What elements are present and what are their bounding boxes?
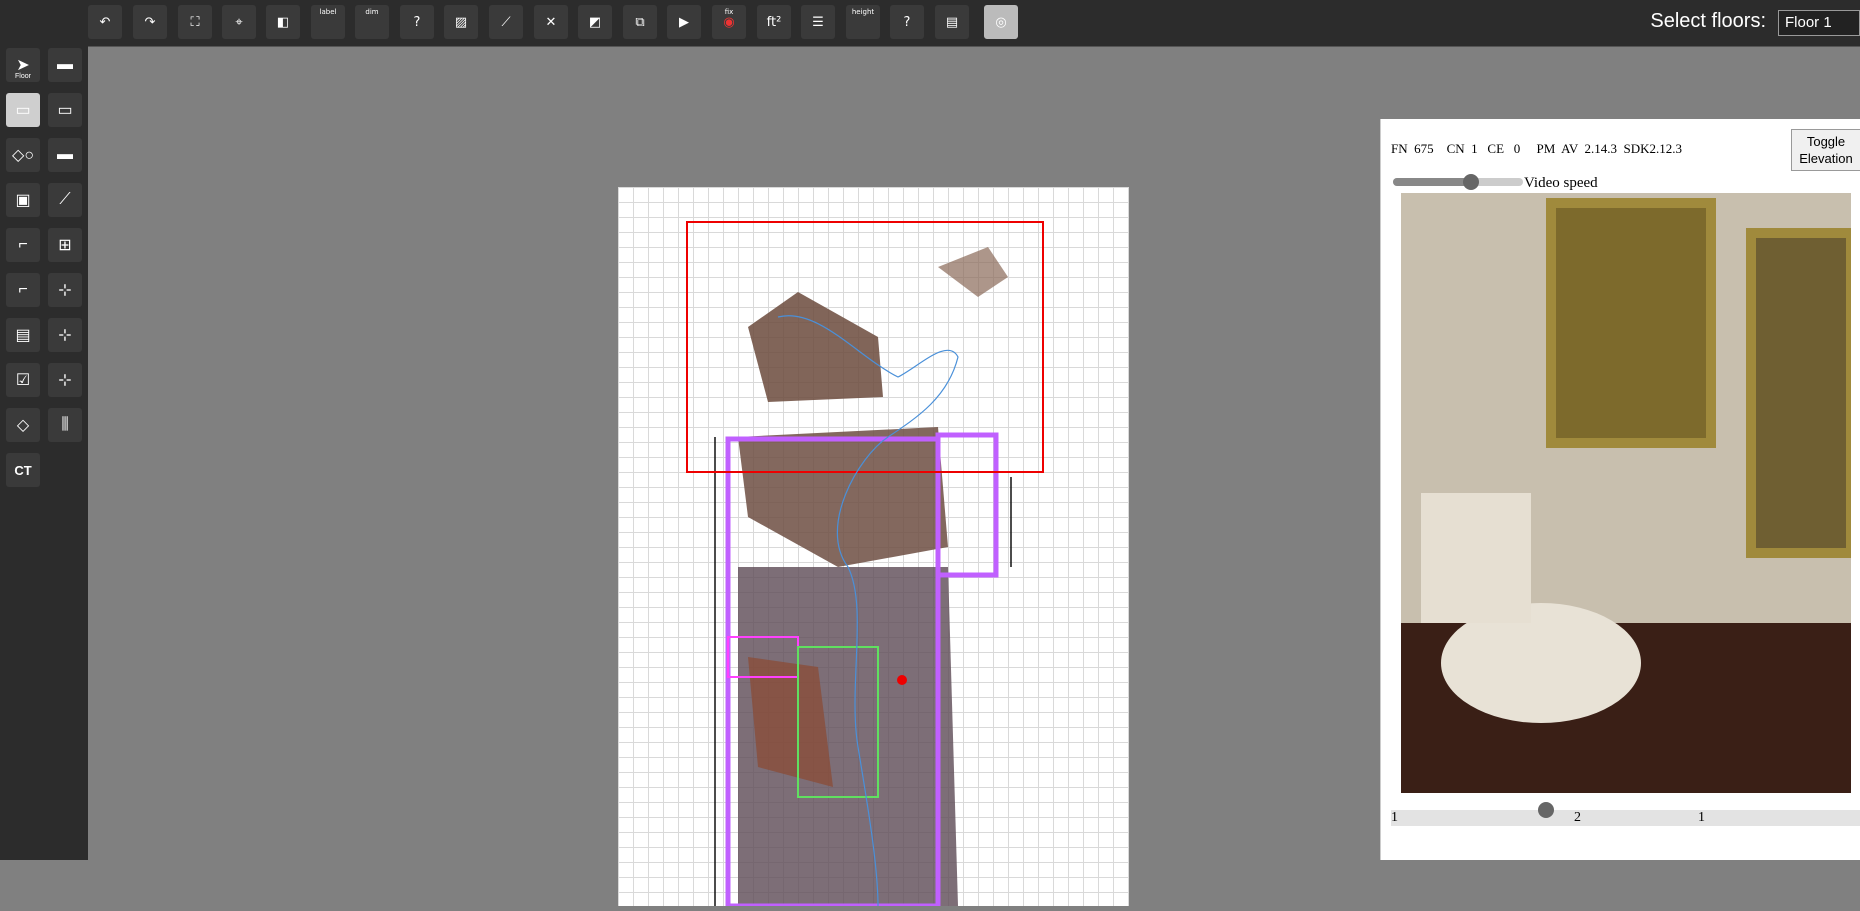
ct-tool[interactable]: CT <box>6 453 40 487</box>
room-tool[interactable]: ▭ <box>6 93 40 127</box>
connect-tool[interactable]: ⊞ <box>48 228 82 262</box>
node-select-tool-icon: ⊹ <box>58 372 72 389</box>
label-tool-icon[interactable]: label <box>311 5 345 39</box>
height-tool-icon[interactable]: height <box>846 5 880 39</box>
diagonal-tool-icon: ⟋ <box>59 191 71 208</box>
height-tool-text: height <box>851 8 875 16</box>
corner-tool[interactable]: ⌐ <box>6 273 40 307</box>
thick-wall-tool-icon: ▬ <box>57 146 73 163</box>
node-move-tool[interactable]: ⊹ <box>48 273 82 307</box>
opening-tool-icon: ▭ <box>57 102 73 119</box>
toilet-tank <box>1421 493 1531 623</box>
connect-tool-icon: ⊞ <box>58 237 72 254</box>
stairs-tool-icon: ⌐ <box>18 236 28 253</box>
column-tool[interactable]: ⫼ <box>48 408 82 442</box>
node-move-tool-icon: ⊹ <box>58 282 72 299</box>
left-tool-sidebar: ➤ Floor ▬ ▭ ▭ ◇○ ▬ ▣ ⟋ ⌐ ⊞ ⌐ ⊹ ▤ ⊹ ☑ ⊹ ◇ ⫼ CT <box>0 46 88 860</box>
cabinet-tool[interactable]: ▣ <box>6 183 40 217</box>
hatch-tool-icon[interactable]: ▨ <box>444 5 478 39</box>
door-window-tool-icon: ◇○ <box>12 147 34 164</box>
dim-tool-text: dim <box>365 8 379 16</box>
select-floor-tool-label: Floor <box>15 73 31 80</box>
point-cloud-plan <box>686 221 1044 909</box>
label-tool-text: label <box>319 8 337 16</box>
timeline-label-start: 1 <box>1391 810 1398 825</box>
split-view-icon[interactable]: ◧ <box>266 5 300 39</box>
scan-stats: FN 675 CN 1 CE 0 PM AV 2.14.3 SDK2.12.3 <box>1391 141 1682 156</box>
help-line-icon[interactable]: ? <box>890 5 924 39</box>
wall-tool[interactable]: ▬ <box>48 48 82 82</box>
document-icon[interactable]: ▤ <box>935 5 969 39</box>
select-floors-label: Select floors: <box>1650 10 1766 32</box>
area-unit-icon[interactable]: ft² <box>757 5 791 39</box>
diagonal-tool[interactable]: ⟋ <box>48 183 82 217</box>
view-fix-icon[interactable]: ◉ fix <box>712 5 746 39</box>
floor-select[interactable]: Floor 1 <box>1778 10 1860 36</box>
video-scene <box>1401 193 1851 793</box>
appliance-tool-icon: ▤ <box>15 327 31 344</box>
intersect-icon[interactable]: ✕ <box>534 5 568 39</box>
node-select-tool[interactable]: ⊹ <box>48 363 82 397</box>
column-tool-icon: ⫼ <box>61 416 69 433</box>
fill-tool-icon[interactable]: ◩ <box>578 5 612 39</box>
video-speed-slider[interactable] <box>1393 174 1523 190</box>
scan-cloud-east <box>938 247 1008 297</box>
picture-frame-right <box>1746 228 1851 558</box>
picture-frame-left <box>1546 198 1716 448</box>
list-icon[interactable]: ☰ <box>801 5 835 39</box>
stairs-tool[interactable]: ⌐ <box>6 228 40 262</box>
timeline-label-end: 1 <box>1698 810 1705 825</box>
select-floor-tool[interactable]: ➤ Floor <box>6 48 40 82</box>
checklist-tool[interactable]: ☑ <box>6 363 40 397</box>
corner-tool-icon: ⌐ <box>18 281 28 298</box>
scan-cloud-middle <box>738 427 948 567</box>
video-panel: FN 675 CN 1 CE 0 PM AV 2.14.3 SDK2.12.3 … <box>1380 119 1860 860</box>
question-tool-icon[interactable]: ? <box>400 5 434 39</box>
video-frame[interactable] <box>1401 193 1851 793</box>
video-speed-fill <box>1393 178 1471 186</box>
door-window-tool[interactable]: ◇○ <box>6 138 40 172</box>
dim-tool-icon[interactable]: dim <box>355 5 389 39</box>
floorplan-sheet[interactable] <box>618 187 1129 909</box>
measure-angle-icon[interactable]: ⟋ <box>489 5 523 39</box>
scan-cloud-north <box>748 292 883 402</box>
toggle-elevation-button[interactable]: Toggle Elevation <box>1791 129 1860 171</box>
wall-outline-east <box>935 432 999 578</box>
view-fix-text: fix <box>724 8 734 16</box>
diamond-tool-icon: ◇ <box>16 417 30 434</box>
video-speed-thumb[interactable] <box>1463 174 1479 190</box>
video-timeline[interactable]: 1 2 1 <box>1391 802 1860 826</box>
select-floor-tool-icon: ➤ <box>16 57 30 74</box>
timeline-thumb[interactable] <box>1538 802 1555 818</box>
play-step-icon[interactable]: ▶ <box>667 5 701 39</box>
opening-tool[interactable]: ▭ <box>48 93 82 127</box>
checklist-tool-icon: ☑ <box>15 372 31 389</box>
wall-tool-icon: ▬ <box>57 56 73 73</box>
ct-tool-icon: CT <box>14 462 32 478</box>
video-speed-label: Video speed <box>1524 175 1598 191</box>
appliance-tool[interactable]: ▤ <box>6 318 40 352</box>
top-toolbar: ↶ ↷ ⛶ ⌖ ◧ label dim? ▨ ⟋ ✕ ◩ ⧉ ▶ ◉ fix ft² ☰ height? ▤ ◎ Se… <box>0 0 1860 47</box>
cabinet-tool-icon: ▣ <box>15 192 31 209</box>
crosshair-icon[interactable]: ⌖ <box>222 5 256 39</box>
eye-toggle-icon[interactable]: ◎ <box>984 5 1018 39</box>
diamond-tool[interactable]: ◇ <box>6 408 40 442</box>
position-marker <box>897 675 907 685</box>
room-tool-icon: ▭ <box>15 102 31 119</box>
split-tool[interactable]: ⊹ <box>48 318 82 352</box>
thick-wall-tool[interactable]: ▬ <box>48 138 82 172</box>
layout-icon[interactable]: ⧉ <box>623 5 657 39</box>
redo-icon[interactable]: ↷ <box>133 5 167 39</box>
fit-view-icon[interactable]: ⛶ <box>178 5 212 39</box>
timeline-label-mid: 2 <box>1574 810 1581 825</box>
undo-icon[interactable]: ↶ <box>88 5 122 39</box>
split-tool-icon: ⊹ <box>58 327 72 344</box>
